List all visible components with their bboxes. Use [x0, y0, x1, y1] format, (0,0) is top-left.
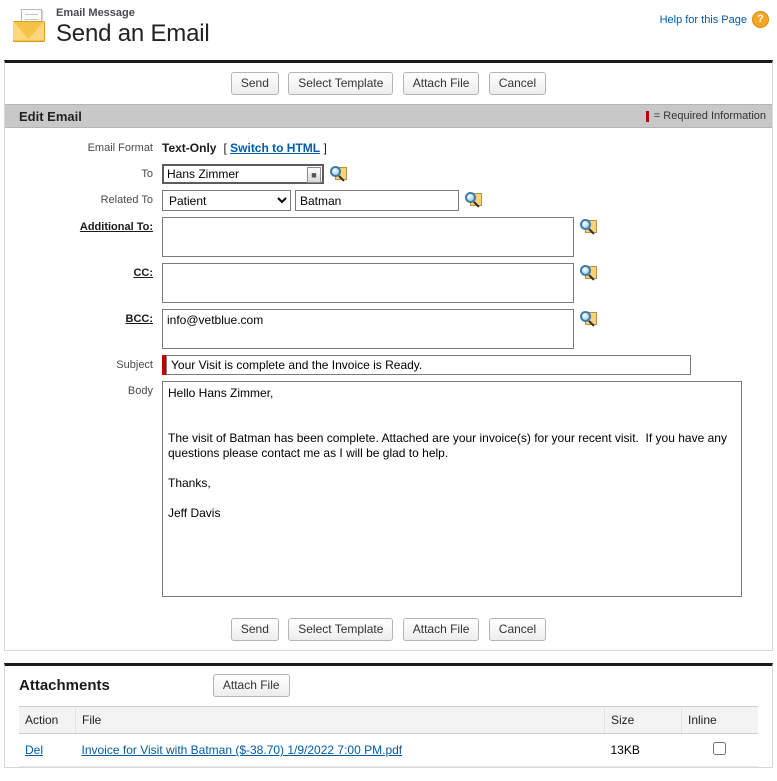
email-format-label: Email Format — [87, 142, 153, 154]
subject-label: Subject — [116, 359, 153, 371]
related-to-lookup-icon[interactable] — [465, 192, 482, 209]
to-input[interactable] — [162, 164, 324, 184]
cell-file: Invoice for Visit with Batman ($-38.70) … — [75, 733, 605, 767]
envelope-flap-right — [28, 21, 44, 40]
related-to-label: Related To — [100, 194, 153, 206]
bcc-label[interactable]: BCC: — [5, 309, 162, 329]
toolbar-top: Send Select Template Attach File Cancel — [5, 63, 772, 104]
select-template-button-bottom[interactable]: Select Template — [288, 618, 394, 641]
send-button[interactable]: Send — [230, 72, 279, 95]
section-title: Edit Email — [19, 108, 82, 124]
help-link-text[interactable]: Help for this Page — [660, 14, 747, 26]
additional-to-label[interactable]: Additional To: — [5, 217, 162, 237]
title-text-group: Email Message Send an Email — [56, 6, 210, 47]
bracket-close: ] — [323, 141, 327, 155]
cc-textarea[interactable] — [162, 263, 574, 303]
column-header-size: Size — [604, 706, 682, 734]
attach-file-button[interactable]: Attach File — [402, 72, 480, 95]
row-body: Body Hello Hans Zimmer, The visit of Bat… — [5, 381, 772, 597]
required-legend-text: = Required Information — [653, 110, 766, 122]
record-type-label: Email Message — [56, 7, 135, 19]
question-mark-icon[interactable]: ? — [752, 11, 769, 28]
row-related-to: Related To Patient — [5, 190, 772, 211]
cell-action: Del — [19, 733, 76, 767]
cancel-button[interactable]: Cancel — [488, 72, 547, 95]
attachments-header-row: Action File Size Inline — [19, 706, 758, 734]
cc-label-text[interactable]: CC: — [133, 267, 153, 279]
switch-format-wrap: [ Switch to HTML ] — [223, 138, 326, 158]
bcc-lookup-icon[interactable] — [580, 311, 597, 328]
table-row: Del Invoice for Visit with Batman ($-38.… — [19, 733, 758, 767]
cancel-button-bottom[interactable]: Cancel — [488, 618, 547, 641]
row-subject: Subject — [5, 355, 772, 375]
delete-attachment-link[interactable]: Del — [25, 743, 43, 757]
row-cc: CC: — [5, 263, 772, 303]
attachments-title: Attachments — [19, 677, 110, 694]
cell-size: 13KB — [604, 733, 682, 767]
email-format-value: Text-Only — [162, 141, 217, 155]
subject-input[interactable] — [166, 355, 691, 375]
related-to-input[interactable] — [295, 190, 459, 211]
page-header: Email Message Send an Email Help for thi… — [0, 0, 777, 60]
attachments-attach-file-button[interactable]: Attach File — [212, 674, 290, 697]
additional-to-lookup-icon[interactable] — [580, 219, 597, 236]
attach-file-button-bottom[interactable]: Attach File — [402, 618, 480, 641]
switch-to-html-link[interactable]: Switch to HTML — [230, 141, 320, 155]
additional-to-label-text[interactable]: Additional To: — [80, 221, 153, 233]
row-email-format: Email Format Text-Only [ Switch to HTML … — [5, 138, 772, 158]
toolbar-bottom: Send Select Template Attach File Cancel — [5, 609, 772, 650]
to-lookup-icon[interactable] — [330, 166, 347, 183]
column-header-action: Action — [19, 706, 76, 734]
cell-inline — [681, 733, 758, 767]
envelope-icon — [10, 9, 48, 43]
send-button-bottom[interactable]: Send — [230, 618, 279, 641]
required-marker-icon — [645, 110, 649, 122]
column-header-inline: Inline — [681, 706, 758, 734]
to-selector-icon[interactable]: ■ — [307, 167, 321, 183]
edit-email-section-header: Edit Email = Required Information — [5, 104, 772, 128]
email-form: Email Format Text-Only [ Switch to HTML … — [5, 128, 772, 609]
attachment-file-link[interactable]: Invoice for Visit with Batman ($-38.70) … — [82, 743, 403, 757]
to-field-wrap: ■ — [162, 164, 324, 184]
page-title: Send an Email — [56, 20, 210, 47]
attachments-table: Action File Size Inline Del Invoice for … — [19, 706, 758, 767]
envelope-flap-left — [13, 21, 29, 40]
related-to-object-select[interactable]: Patient — [162, 190, 291, 211]
row-bcc: BCC: info@vetblue.com — [5, 309, 772, 349]
help-for-this-page[interactable]: Help for this Page ? — [660, 11, 769, 28]
edit-email-panel: Send Select Template Attach File Cancel … — [4, 60, 773, 651]
attachments-panel: Attachments Attach File Action File Size… — [4, 663, 773, 768]
row-additional-to: Additional To: — [5, 217, 772, 257]
bcc-label-text[interactable]: BCC: — [126, 313, 154, 325]
row-to: To ■ — [5, 164, 772, 184]
to-label: To — [141, 168, 153, 180]
select-template-button[interactable]: Select Template — [288, 72, 394, 95]
attachments-header: Attachments Attach File — [5, 666, 772, 706]
body-textarea[interactable]: Hello Hans Zimmer, The visit of Batman h… — [162, 381, 742, 597]
inline-checkbox[interactable] — [713, 742, 727, 755]
additional-to-textarea[interactable] — [162, 217, 574, 257]
bcc-textarea[interactable]: info@vetblue.com — [162, 309, 574, 349]
column-header-file: File — [75, 706, 605, 734]
body-label: Body — [127, 385, 153, 397]
cc-label[interactable]: CC: — [5, 263, 162, 283]
bracket-open: [ — [223, 141, 227, 155]
cc-lookup-icon[interactable] — [580, 265, 597, 282]
required-information-legend: = Required Information — [645, 110, 766, 122]
